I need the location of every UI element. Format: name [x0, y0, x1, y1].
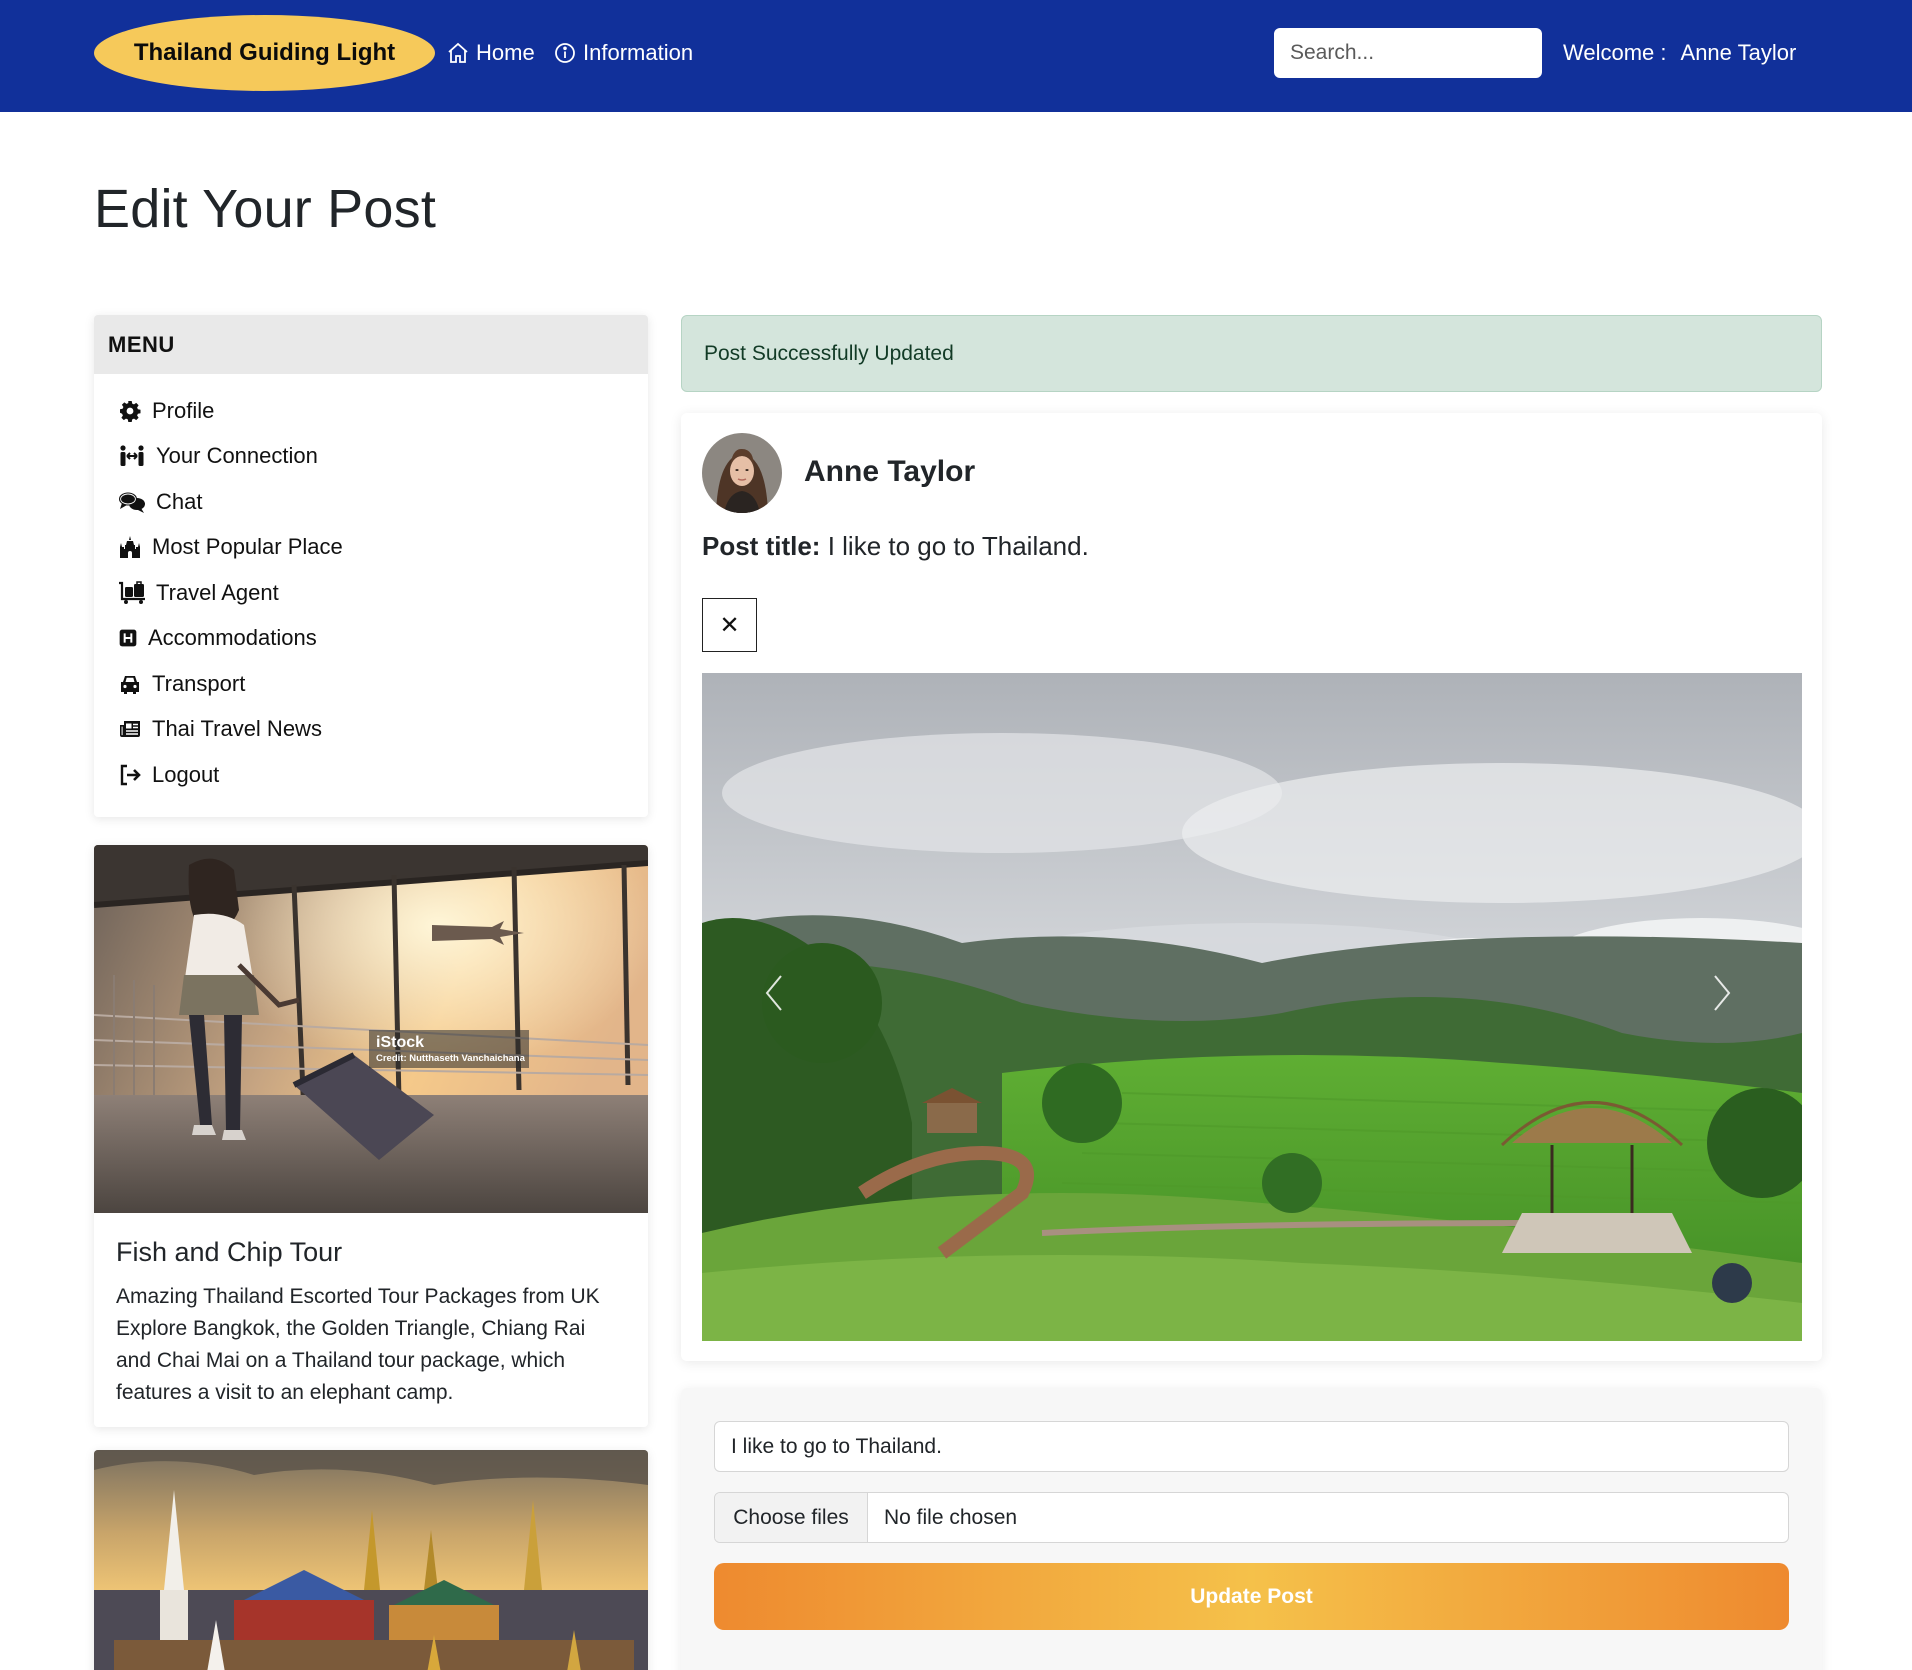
chevron-left-icon — [765, 975, 782, 1011]
post-author-name[interactable]: Anne Taylor — [804, 455, 975, 489]
avatar-image — [702, 433, 782, 513]
brand-logo[interactable]: Thailand Guiding Light — [94, 15, 435, 91]
close-icon: ✕ — [719, 611, 740, 639]
post-title-value: I like to go to Thailand. — [827, 531, 1089, 561]
menu-list: Profile Your Connection Chat Most Popula… — [94, 374, 648, 798]
sidebar-item-label: Your Connection — [156, 443, 318, 469]
sidebar-item-label: Chat — [156, 488, 203, 514]
sidebar-item-accommodations[interactable]: Accommodations — [94, 616, 648, 662]
welcome-user-name[interactable]: Anne Taylor — [1681, 40, 1797, 65]
file-status-text: No file chosen — [884, 1505, 1018, 1529]
sidebar-item-most-popular-place[interactable]: Most Popular Place — [94, 525, 648, 571]
image-carousel[interactable] — [702, 673, 1802, 1341]
tour-card-title: Fish and Chip Tour — [116, 1237, 343, 1267]
landmark-icon — [120, 536, 140, 559]
sidebar-item-chat[interactable]: Chat — [94, 479, 648, 525]
tour-image-watermark: iStock — [376, 1034, 424, 1051]
top-navbar: Thailand Guiding Light Home Information … — [0, 0, 1912, 112]
sidebar-item-label: Thai Travel News — [152, 716, 322, 742]
sidebar-item-travel-agent[interactable]: Travel Agent — [94, 570, 648, 616]
chevron-right-icon — [1714, 975, 1731, 1011]
tour-card-text: Amazing Thailand Escorted Tour Packages … — [116, 1285, 600, 1404]
post-card: Anne Taylor Post title: I like to go to … — [681, 413, 1822, 1361]
luggage-cart-icon — [119, 581, 145, 604]
sidebar-item-profile[interactable]: Profile — [94, 388, 648, 434]
sidebar-item-label: Logout — [152, 761, 220, 787]
page-title: Edit Your Post — [94, 179, 437, 239]
welcome-text: Welcome : Anne Taylor — [1563, 40, 1796, 66]
success-alert: Post Successfully Updated — [681, 315, 1822, 392]
sidebar-item-label: Transport — [152, 670, 246, 696]
avatar[interactable] — [702, 433, 782, 513]
nav-home-label: Home — [476, 40, 535, 65]
tour-card[interactable]: iStock Credit: Nutthaseth Vanchaichana F… — [94, 845, 648, 1427]
logout-icon — [120, 764, 141, 785]
sidebar-item-transport[interactable]: Transport — [94, 661, 648, 707]
post-title-input[interactable] — [714, 1421, 1789, 1472]
gear-icon — [120, 400, 141, 422]
alert-message: Post Successfully Updated — [704, 341, 954, 365]
update-post-button[interactable]: Update Post — [714, 1563, 1789, 1630]
sidebar-item-label: Travel Agent — [156, 579, 279, 605]
remove-image-button[interactable]: ✕ — [702, 598, 757, 652]
sidebar-item-label: Profile — [152, 397, 215, 423]
carousel-image — [702, 673, 1802, 1341]
comments-icon — [119, 492, 145, 513]
menu-title: MENU — [94, 315, 648, 374]
file-upload-field[interactable]: Choose files No file chosen — [714, 1492, 1789, 1543]
sidebar-item-label: Accommodations — [148, 625, 317, 651]
post-title: Post title: I like to go to Thailand. — [702, 531, 1089, 562]
car-icon — [121, 675, 139, 694]
home-icon — [448, 42, 468, 63]
choose-files-button[interactable]: Choose files — [715, 1493, 868, 1542]
newspaper-icon — [120, 721, 140, 738]
sidebar-item-logout[interactable]: Logout — [94, 752, 648, 798]
temple-image — [94, 1450, 648, 1670]
carousel-prev-button[interactable] — [754, 963, 794, 1023]
sidebar-menu: MENU Profile Your Connection Chat Most P… — [94, 315, 648, 817]
temple-card[interactable] — [94, 1450, 648, 1670]
search-input[interactable] — [1274, 28, 1542, 78]
sidebar-item-label: Most Popular Place — [152, 534, 343, 560]
nav-home-link[interactable]: Home — [446, 38, 535, 68]
nav-information-label: Information — [583, 40, 694, 65]
info-icon — [555, 43, 575, 63]
welcome-label: Welcome : — [1563, 40, 1667, 65]
post-title-label: Post title: — [702, 531, 821, 561]
nav-information-link[interactable]: Information — [553, 38, 693, 68]
sidebar-item-thai-travel-news[interactable]: Thai Travel News — [94, 707, 648, 753]
tour-image: iStock Credit: Nutthaseth Vanchaichana — [94, 845, 648, 1213]
hotel-icon — [119, 629, 137, 647]
tour-image-credit: Credit: Nutthaseth Vanchaichana — [376, 1053, 526, 1064]
brand-name: Thailand Guiding Light — [133, 39, 396, 66]
sidebar-item-your-connection[interactable]: Your Connection — [94, 434, 648, 480]
people-arrows-icon — [120, 445, 144, 467]
edit-post-form: Choose files No file chosen Update Post — [681, 1388, 1822, 1670]
carousel-next-button[interactable] — [1702, 963, 1742, 1023]
